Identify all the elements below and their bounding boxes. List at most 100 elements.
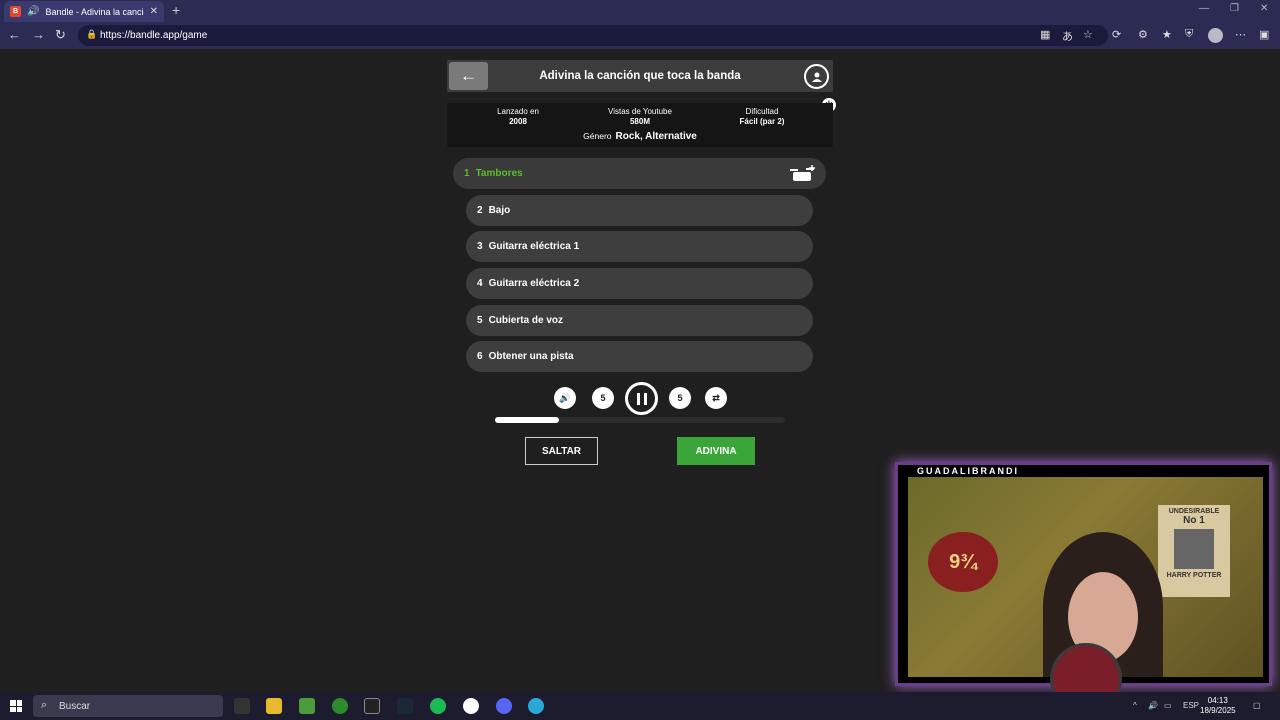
user-icon [811,72,822,82]
difficulty-info: Dificultad Fácil (par 2) [702,107,822,127]
track-number: 6 [477,351,483,362]
platform-poster: 9¾ [928,532,998,592]
track-item-hint[interactable]: 6 Obtener una pista [466,341,813,372]
favorite-star-icon[interactable]: ☆ [1083,28,1093,41]
favorites-icon[interactable]: ★ [1162,28,1172,41]
track-label: Tambores [475,168,523,179]
close-window-icon[interactable]: ✕ [1260,3,1268,14]
pause-button[interactable] [625,382,658,415]
track-item-guitar-2[interactable]: 4 Guitarra eléctrica 2 [466,268,813,299]
address-bar-row: ← → ↻ 🔒 https://bandle.app/game ▦ あ ☆ ⟳ … [0,22,1280,49]
new-tab-icon[interactable]: + [172,2,180,18]
track-item-bass[interactable]: 2 Bajo [466,195,813,226]
song-info-panel: Lanzado en 2008 Vistas de Youtube 580M D… [447,103,833,147]
lock-icon: 🔒 [86,29,98,39]
volume-button[interactable]: 🔊 [554,387,576,409]
forward-5-button[interactable]: 5 [669,387,691,409]
track-item-guitar-1[interactable]: 3 Guitarra eléctrica 1 [466,231,813,262]
tray-chevron-icon[interactable]: ^ [1133,701,1137,710]
minimize-icon[interactable]: — [1199,3,1209,14]
pause-bar-left [636,392,640,405]
xbox-icon[interactable] [332,698,348,714]
clock[interactable]: 04:13 18/9/2025 [1200,696,1236,716]
released-value: 2008 [509,117,527,126]
volume-icon: 🔊 [559,392,571,403]
mic-icon[interactable] [234,698,250,714]
translate-icon[interactable]: あ [1062,28,1073,44]
game-header: Adivina la canción que toca la banda ← [447,60,833,92]
tab-title: Bandle - Adivina la canción, ... [45,6,144,17]
drum-kit-icon [790,165,815,181]
playback-progress-bar[interactable] [495,417,785,423]
streamer-name-label: GUADALIBRANDI [914,466,1022,476]
taskbar-search[interactable]: ⌕ Buscar [33,695,223,717]
guess-button[interactable]: ADIVINA [677,437,755,465]
poster-rank: No 1 [1183,515,1205,526]
views-value: 580M [629,117,650,126]
genre-info: Género Rock, Alternative [447,131,833,142]
pause-bar-right [643,392,647,405]
browser-tab-bar: B 🔊 Bandle - Adivina la canción, ... ✕ +… [0,0,1280,22]
app-grid-icon[interactable] [299,698,315,714]
extension-icon[interactable]: ⟳ [1112,28,1121,41]
genre-value: Rock, Alternative [615,131,697,142]
obs-icon[interactable] [463,698,479,714]
search-placeholder: Buscar [59,700,91,712]
speaker-icon[interactable]: 🔊 [27,6,39,17]
language-indicator[interactable]: ESP [1183,701,1199,710]
released-label: Lanzado en [497,107,539,116]
difficulty-value: Fácil (par 2) [739,117,785,126]
user-account-button[interactable] [804,64,829,89]
network-icon[interactable]: ▭ [1164,701,1172,710]
restore-icon[interactable]: ❐ [1230,3,1239,14]
track-number: 1 [464,168,470,179]
genre-label: Género [583,131,612,141]
url-field[interactable]: 🔒 https://bandle.app/game [78,25,1108,46]
windows-taskbar: ⌕ Buscar ^ 🔊 ▭ ESP 04:13 18/9/2025 ▢ [0,692,1280,720]
browser-tab[interactable]: B 🔊 Bandle - Adivina la canción, ... ✕ [4,1,164,22]
back-icon[interactable]: ← [8,27,21,42]
clock-time: 04:13 [1207,696,1228,705]
edge-icon[interactable] [528,698,544,714]
track-label: Guitarra eléctrica 1 [488,241,580,252]
sidebar-icon[interactable]: ▣ [1259,28,1269,41]
extensions-puzzle-icon[interactable]: ⚙ [1138,28,1148,41]
wanted-poster: UNDESIRABLE No 1 HARRY POTTER [1158,505,1230,597]
repeat-off-button[interactable]: ⇄ [705,387,727,409]
steam-icon[interactable] [397,698,413,714]
speaker-tray-icon[interactable]: 🔊 [1148,701,1158,710]
search-icon: ⌕ [41,699,48,711]
notification-icon[interactable]: ▢ [1253,701,1261,710]
shield-icon[interactable]: ⛨ [1185,28,1193,41]
track-number: 3 [477,241,483,252]
reader-view-icon[interactable]: ▦ [1040,28,1050,41]
track-number: 4 [477,278,483,289]
close-tab-icon[interactable]: ✕ [150,6,158,17]
track-number: 2 [477,205,483,216]
skip-button[interactable]: SALTAR [525,437,598,465]
forward-icon[interactable]: → [32,27,45,42]
views-label: Vistas de Youtube [608,107,672,116]
spotify-icon[interactable] [430,698,446,714]
page-title: Adivina la canción que toca la banda [539,70,741,82]
profile-avatar[interactable] [1208,28,1223,43]
back-arrow-button[interactable]: ← [449,62,488,90]
track-item-drums[interactable]: 1 Tambores [453,158,826,189]
track-item-vocals[interactable]: 5 Cubierta de voz [466,305,813,336]
rewind-icon: 5 [600,393,606,403]
poster-title: UNDESIRABLE [1168,508,1220,515]
rewind-5-button[interactable]: 5 [592,387,614,409]
track-label: Guitarra eléctrica 2 [488,278,580,289]
progress-fill [495,417,559,423]
track-label: Obtener una pista [488,351,574,362]
player-controls: 🔊 5 5 ⇄ [447,382,833,418]
repeat-off-icon: ⇄ [712,392,720,403]
poster-photo [1174,529,1214,569]
windows-start-icon[interactable] [10,700,22,712]
epic-games-icon[interactable] [364,698,380,714]
bandle-favicon-icon: B [10,6,21,17]
discord-icon[interactable] [496,698,512,714]
file-explorer-icon[interactable] [266,698,282,714]
refresh-icon[interactable]: ↻ [55,27,66,43]
more-menu-icon[interactable]: ⋯ [1235,28,1246,41]
